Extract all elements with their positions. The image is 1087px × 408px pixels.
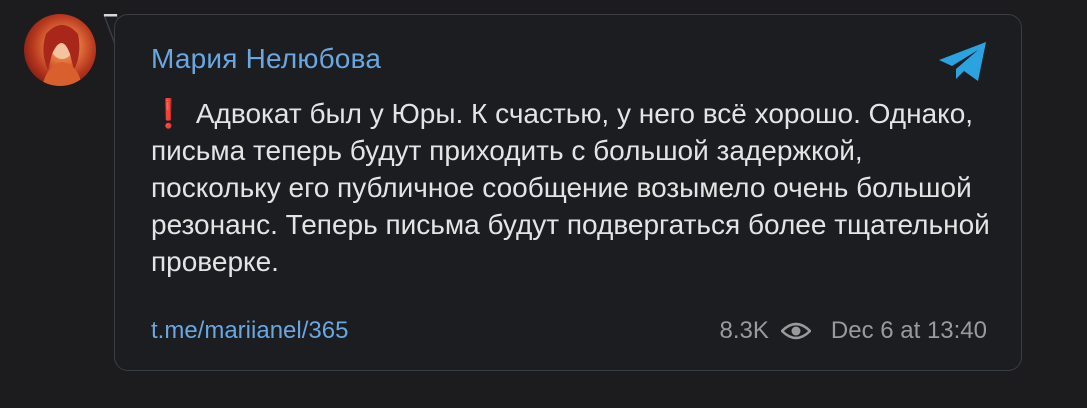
view-count: 8.3K: [719, 317, 769, 344]
author-name[interactable]: Мария Нелюбова: [151, 43, 381, 75]
eye-icon: [780, 322, 811, 340]
message-body: Адвокат был у Юры. К счастью, у него всё…: [151, 98, 990, 277]
exclamation-icon: ❗: [151, 98, 186, 129]
post-link[interactable]: t.me/mariianel/365: [151, 317, 348, 345]
avatar-image: [42, 25, 82, 86]
avatar[interactable]: [24, 14, 96, 86]
message-bubble: Мария Нелюбова ❗ Адвокат был у Юры. К сча…: [114, 14, 1022, 371]
telegram-icon[interactable]: [937, 41, 989, 83]
message-footer: t.me/mariianel/365 8.3K Dec 6 at 13:40: [151, 315, 987, 347]
post-timestamp: Dec 6 at 13:40: [830, 317, 987, 344]
message-text: ❗ Адвокат был у Юры. К счастью, у него вс…: [151, 95, 991, 280]
